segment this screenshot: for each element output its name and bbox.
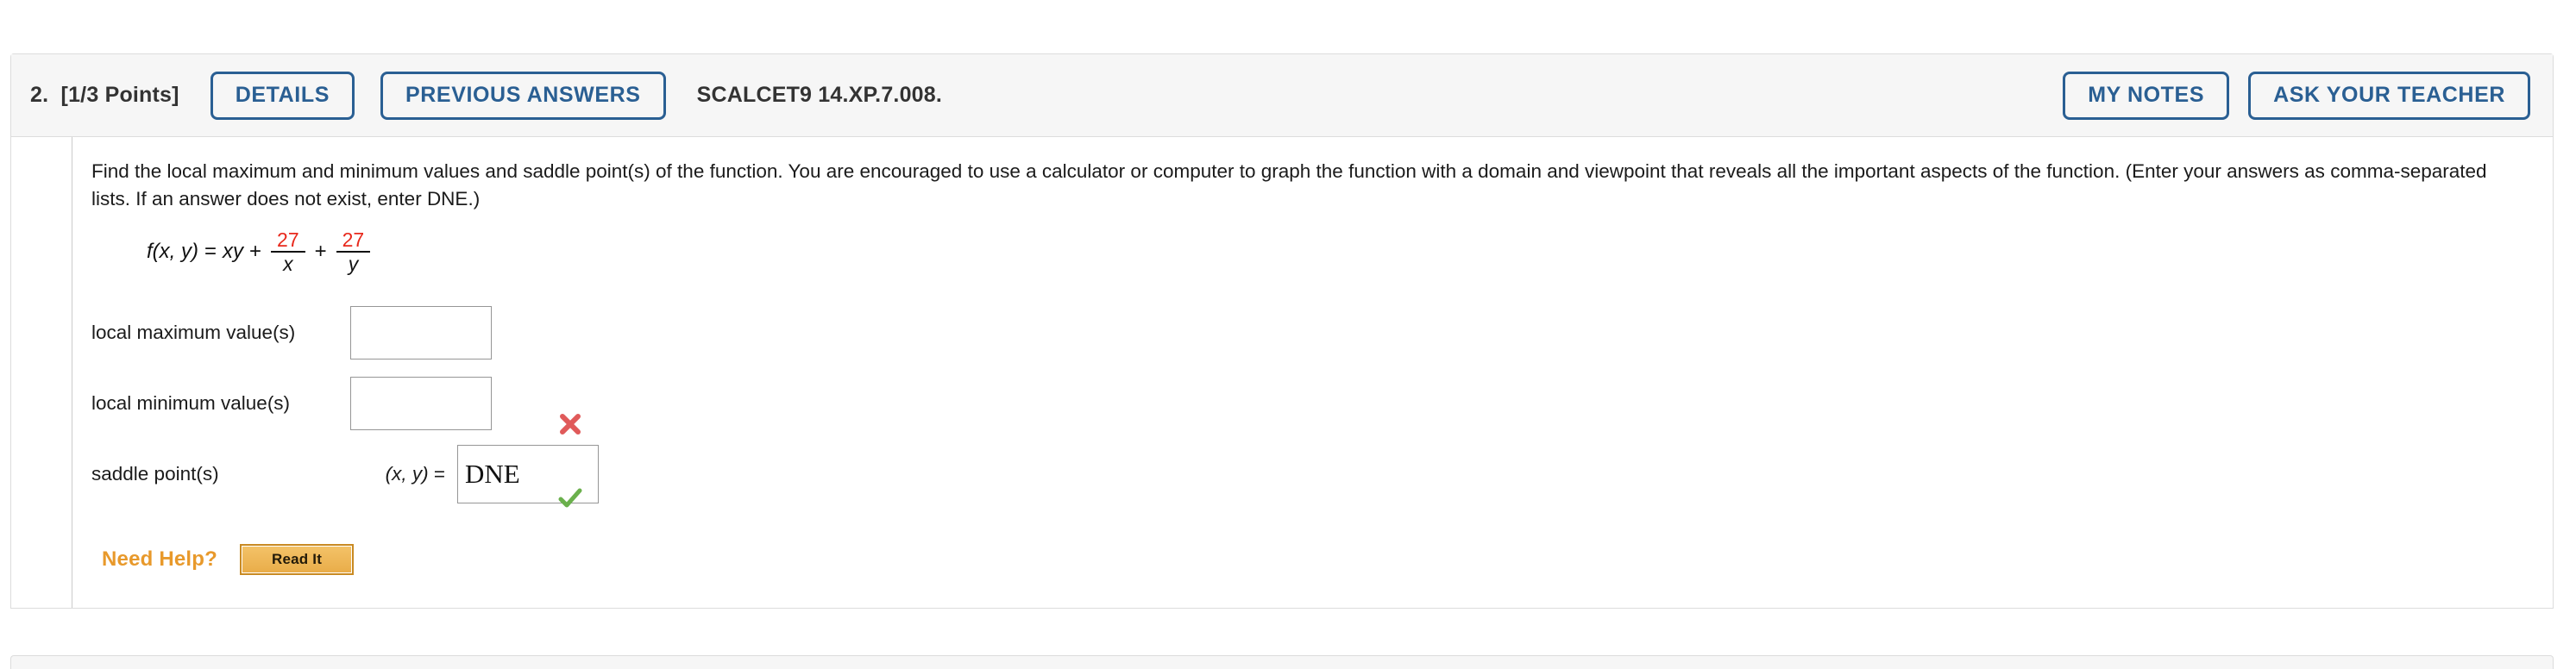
- question-header-left: 2. [1/3 Points] DETAILS PREVIOUS ANSWERS…: [30, 71, 2063, 120]
- points-label: 2. [1/3 Points]: [30, 83, 179, 107]
- ask-your-teacher-button[interactable]: ASK YOUR TEACHER: [2248, 71, 2530, 120]
- previous-answers-button[interactable]: PREVIOUS ANSWERS: [380, 71, 666, 120]
- formula-fraction-2-numerator: 27: [342, 228, 365, 251]
- formula-plus-1: +: [249, 239, 262, 263]
- question-header-right: MY NOTES ASK YOUR TEACHER: [2063, 71, 2530, 120]
- saddle-point-xy-label: (x, y) =: [350, 463, 457, 485]
- correct-icon: [557, 485, 583, 511]
- local-maximum-input[interactable]: [350, 305, 492, 360]
- question-header: 2. [1/3 Points] DETAILS PREVIOUS ANSWERS…: [11, 54, 2553, 137]
- saddle-point-xy-prefix: (x, y): [385, 462, 429, 485]
- details-button[interactable]: DETAILS: [210, 71, 355, 120]
- question-body: Find the local maximum and minimum value…: [11, 137, 2553, 608]
- formula-equals: =: [204, 239, 217, 263]
- my-notes-button[interactable]: MY NOTES: [2063, 71, 2230, 120]
- saddle-point-label: saddle point(s): [91, 462, 219, 485]
- formula-fraction-1-numerator: 27: [277, 228, 299, 251]
- incorrect-icon: [557, 411, 583, 437]
- local-maximum-label: local maximum value(s): [91, 321, 296, 343]
- formula-fraction-2: 27 y: [336, 229, 371, 274]
- answer-row-local-maximum: local maximum value(s): [91, 297, 2553, 368]
- formula-plus-2: +: [314, 239, 327, 263]
- formula-function-name: f: [147, 239, 153, 263]
- local-minimum-label: local minimum value(s): [91, 391, 291, 414]
- question-panel: 2. [1/3 Points] DETAILS PREVIOUS ANSWERS…: [10, 53, 2554, 609]
- page-root: 2. [1/3 Points] DETAILS PREVIOUS ANSWERS…: [0, 0, 2576, 669]
- function-formula: f (x, y) = xy + 27 x + 27 y: [147, 228, 2553, 275]
- formula-fraction-2-denominator: y: [348, 252, 359, 275]
- local-minimum-input[interactable]: [350, 376, 492, 430]
- read-it-button[interactable]: Read It: [240, 543, 355, 575]
- need-help-label: Need Help?: [102, 547, 218, 571]
- answer-rows: local maximum value(s) local minimum val…: [91, 297, 2553, 510]
- assignment-code: SCALCET9 14.XP.7.008.: [696, 83, 943, 107]
- formula-args: (x, y): [152, 239, 198, 263]
- need-help-section: Need Help? Read It: [102, 543, 2553, 575]
- formula-term-xy: xy: [223, 239, 244, 263]
- answer-row-local-minimum: local minimum value(s): [91, 368, 2553, 439]
- next-question-panel-top: [10, 655, 2554, 669]
- formula-fraction-1-denominator: x: [283, 252, 293, 275]
- formula-fraction-1: 27 x: [271, 229, 305, 274]
- answer-row-saddle-point: saddle point(s) (x, y) =: [91, 439, 2553, 510]
- question-body-inner: Find the local maximum and minimum value…: [72, 137, 2553, 608]
- saddle-point-xy-equals: =: [433, 462, 445, 485]
- question-prompt: Find the local maximum and minimum value…: [91, 158, 2498, 213]
- prompt-line-1: Find the local maximum and minimum value…: [91, 160, 2325, 182]
